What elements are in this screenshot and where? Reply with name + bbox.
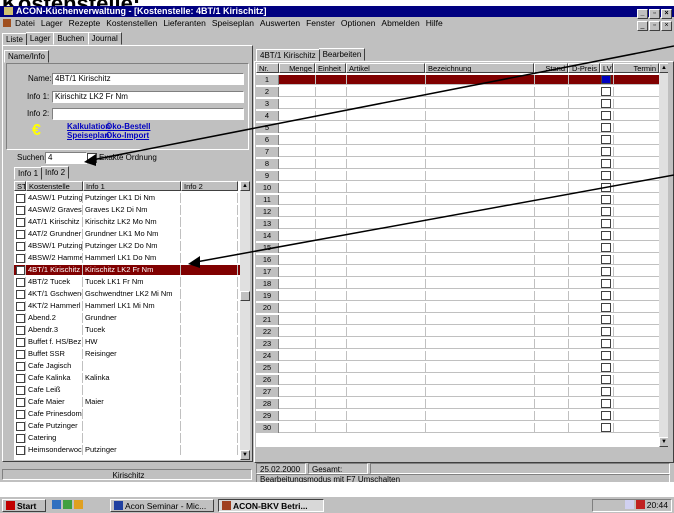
arrow-to-search <box>91 45 674 161</box>
desktop-icon[interactable] <box>52 500 61 509</box>
annotation-arrows <box>84 45 674 268</box>
quick-launch <box>52 500 98 511</box>
taskbar: Start Acon Seminar - Mic... ACON-BKV Bet… <box>0 496 674 513</box>
arrow-head-search <box>84 154 96 166</box>
browser-icon[interactable] <box>63 500 72 509</box>
tray-icon-2[interactable] <box>635 500 645 509</box>
start-button[interactable]: Start <box>2 499 46 512</box>
tray-icon[interactable] <box>624 500 634 509</box>
channel-icon[interactable] <box>74 500 83 509</box>
task-label-0: Acon Seminar - Mic... <box>125 501 207 511</box>
task-acon-bkv[interactable]: ACON-BKV Betri... <box>218 499 324 512</box>
powerpoint-icon <box>114 501 123 510</box>
arrow-to-row <box>195 174 674 263</box>
task-label-1: ACON-BKV Betri... <box>233 501 308 511</box>
arrow-head-row <box>188 256 200 268</box>
app-task-icon <box>222 501 231 510</box>
system-tray: 20:44 <box>592 499 672 512</box>
windows-logo-icon <box>6 501 15 510</box>
clock: 20:44 <box>646 500 668 510</box>
task-acon-seminar[interactable]: Acon Seminar - Mic... <box>110 499 214 512</box>
start-label: Start <box>17 501 37 511</box>
